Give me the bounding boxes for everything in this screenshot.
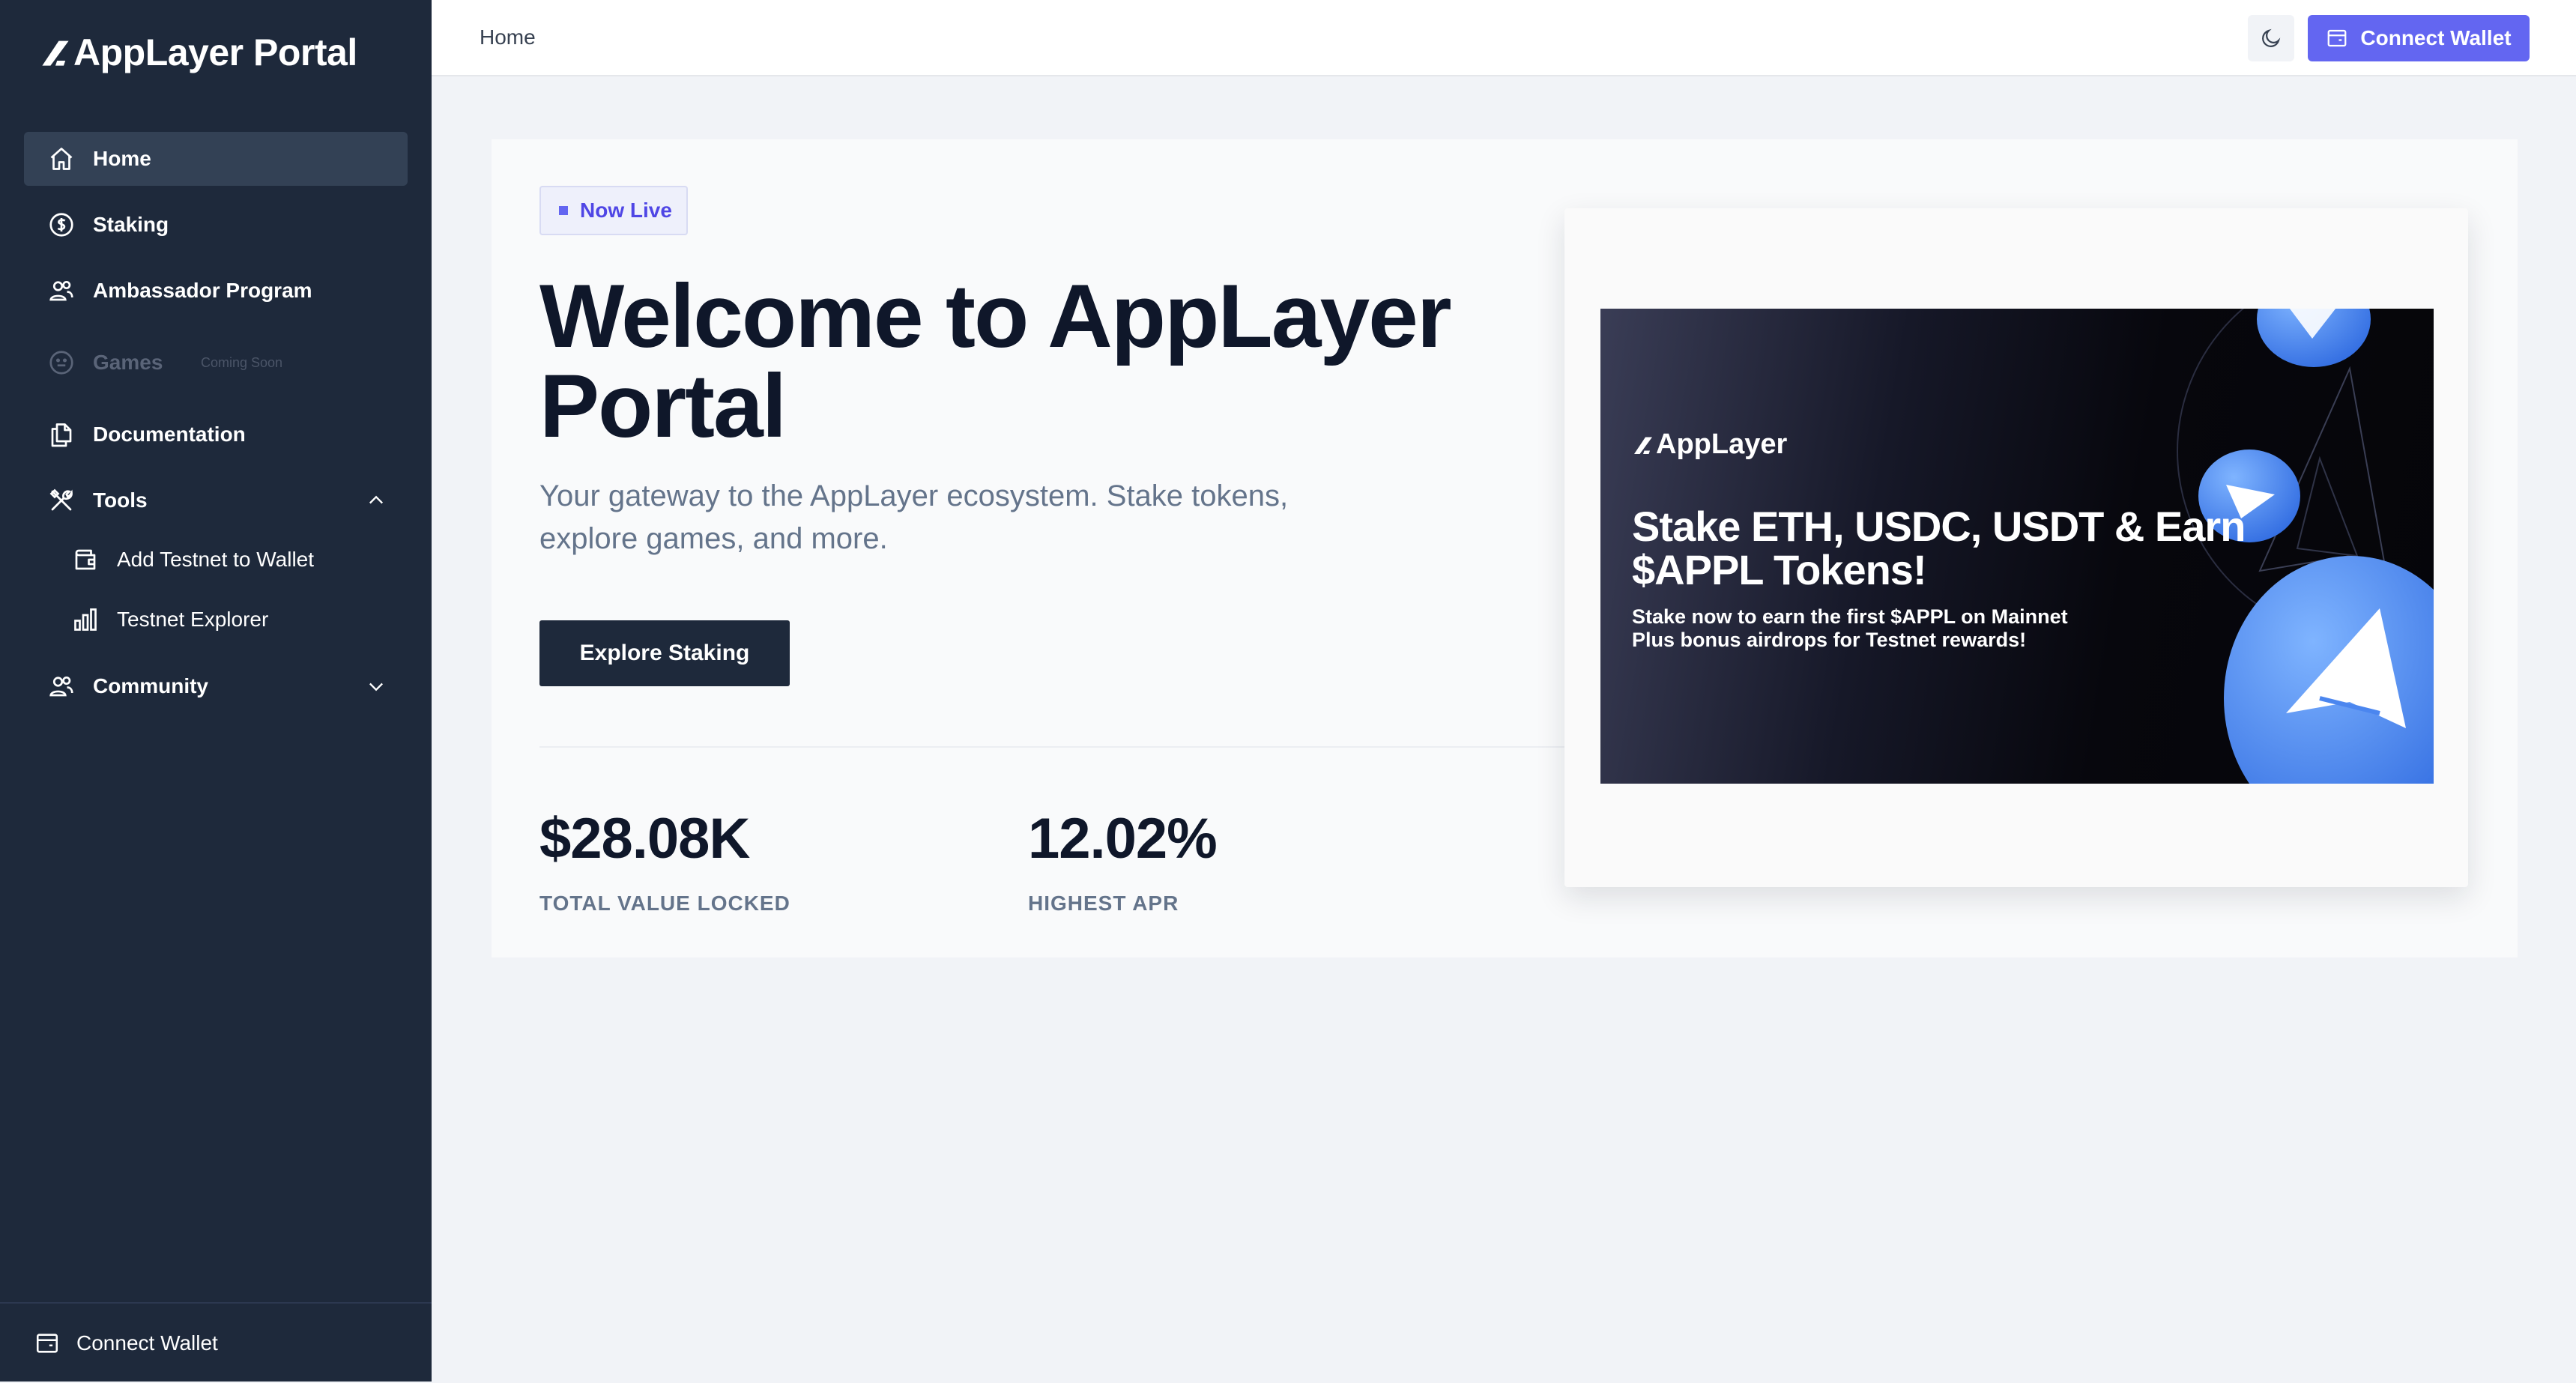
total-value-locked-value: $28.08K [539, 807, 750, 871]
banner-copy-line-1: Stake now to earn the first $APPL on Mai… [1632, 605, 2068, 628]
banner-brand: AppLayer [1632, 429, 1787, 461]
sidebar-item-label: Testnet Explorer [117, 608, 269, 631]
sidebar-item-label: Community [93, 674, 208, 697]
highest-apr-label: HIGHEST APR [1028, 892, 1179, 915]
live-dot-icon [559, 206, 568, 215]
applayer-logo-icon [42, 40, 69, 66]
sidebar-item-documentation[interactable]: Documentation [24, 408, 408, 461]
page-title: Welcome to AppLayer Portal [539, 266, 1452, 456]
badge-label: Now Live [580, 199, 672, 222]
brand-logo[interactable]: AppLayer Portal [39, 30, 357, 75]
sidebar-item-tools[interactable]: Tools [24, 473, 408, 527]
home-icon [50, 148, 73, 170]
total-value-locked-label: TOTAL VALUE LOCKED [539, 892, 790, 915]
sidebar-item-staking[interactable]: Staking [24, 198, 408, 252]
sidebar-item-label: Staking [93, 213, 169, 236]
bar-chart-icon [74, 608, 97, 631]
page-subtitle: Your gateway to the AppLayer ecosystem. … [539, 479, 1289, 555]
banner-headline: Stake ETH, USDC, USDT & Earn $APPL Token… [1632, 503, 2246, 593]
connect-wallet-label: Connect Wallet [2360, 26, 2512, 49]
wallet-card-icon [36, 1334, 58, 1353]
sidebar-item-label: Add Testnet to Wallet [117, 548, 315, 571]
sidebar-item-label: Documentation [93, 423, 246, 446]
sidebar-item-label: Ambassador Program [93, 279, 312, 302]
staking-promo-banner[interactable]: AppLayer Stake ETH, USDC, USDT & Earn $A… [1600, 309, 2434, 784]
users-icon [49, 280, 73, 301]
now-live-badge: Now Live [539, 186, 688, 235]
top-bar: Home Connect Wallet [432, 0, 2576, 76]
chevron-down-icon[interactable] [366, 676, 387, 697]
sidebar-footer: Connect Wallet [0, 1302, 432, 1383]
sidebar-item-community[interactable]: Community [24, 659, 408, 713]
sidebar-item-games: Games Coming Soon [24, 336, 408, 390]
sidebar: AppLayer Portal Home Staking Ambassador … [0, 0, 432, 1382]
tools-icon [49, 488, 73, 511]
sidebar-item-home[interactable]: Home [24, 132, 408, 186]
brand-name: AppLayer Portal [73, 31, 357, 73]
promo-card: AppLayer Stake ETH, USDC, USDT & Earn $A… [1564, 208, 2468, 887]
chevron-up-icon[interactable] [366, 490, 387, 511]
moon-icon [2262, 28, 2281, 47]
sidebar-item-add-testnet[interactable]: Add Testnet to Wallet [24, 535, 408, 584]
theme-toggle-button[interactable] [2248, 15, 2294, 61]
wallet-icon [75, 549, 96, 570]
explore-staking-button[interactable]: Explore Staking [539, 620, 790, 686]
dollar-circle-icon [49, 213, 73, 237]
wallet-card-icon [2328, 29, 2347, 47]
banner-copy: Stake now to earn the first $APPL on Mai… [1632, 605, 2201, 652]
documents-icon [51, 423, 72, 447]
applayer-logo-icon [1634, 437, 1652, 454]
users-icon [49, 676, 73, 697]
coming-soon-badge: Coming Soon [201, 354, 283, 370]
breadcrumb[interactable]: Home [480, 25, 536, 49]
sidebar-connect-wallet-button[interactable]: Connect Wallet [34, 1325, 218, 1362]
banner-copy-line-2: Plus bonus airdrops for Testnet rewards! [1632, 629, 2027, 651]
connect-wallet-button[interactable]: Connect Wallet [2308, 15, 2530, 61]
sidebar-item-label: Games [93, 351, 163, 374]
smiley-icon [49, 351, 73, 375]
sidebar-connect-wallet-label: Connect Wallet [76, 1331, 218, 1355]
sidebar-item-testnet-explorer[interactable]: Testnet Explorer [24, 595, 408, 644]
highest-apr-value: 12.02% [1028, 807, 1218, 871]
sidebar-item-label: Home [93, 147, 151, 170]
sidebar-item-label: Tools [93, 488, 148, 512]
banner-brand-name: AppLayer [1656, 429, 1788, 460]
sidebar-item-ambassador[interactable]: Ambassador Program [24, 264, 408, 318]
